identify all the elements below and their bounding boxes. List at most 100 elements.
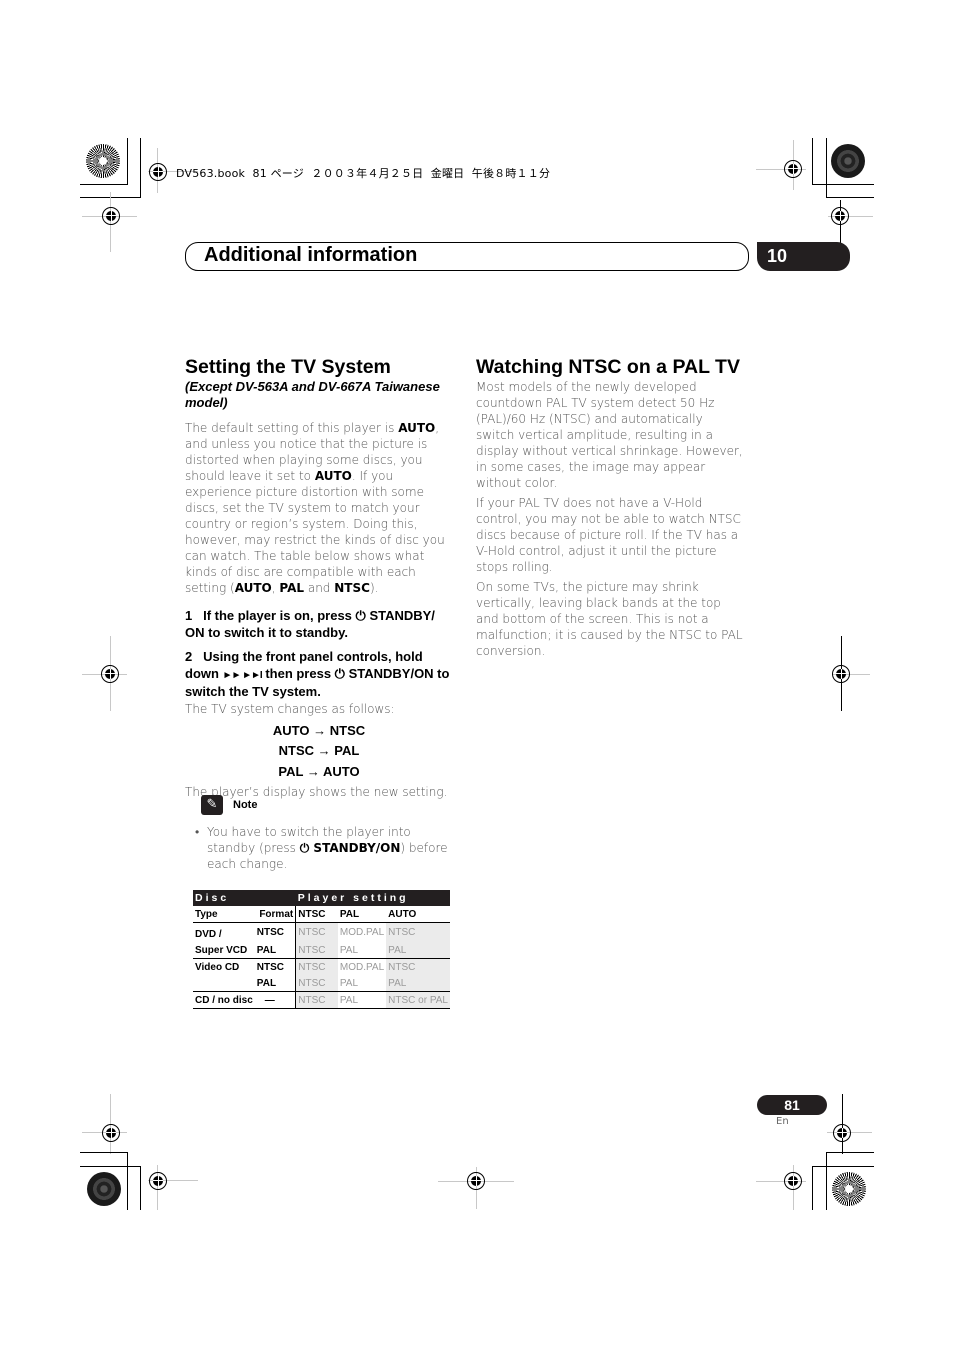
text: The default setting of this player is bbox=[185, 421, 399, 435]
note-box: ✎ Note • You have to switch the player i… bbox=[185, 795, 453, 872]
sequence-item: PAL → AUTO bbox=[185, 762, 453, 783]
tv-system-sequence: AUTO → NTSC NTSC → PAL PAL → AUTO bbox=[185, 721, 453, 783]
setting-auto: AUTO bbox=[234, 581, 272, 595]
chapter-number-badge: 10 bbox=[757, 242, 850, 271]
left-column: Setting the TV System (Except DV-563A an… bbox=[185, 356, 453, 800]
step-text: If the player is on, press bbox=[203, 608, 356, 623]
section-heading-ntsc-on-pal: Watching NTSC on a PAL TV bbox=[476, 356, 740, 378]
from: PAL bbox=[278, 763, 304, 779]
registration-mark-icon bbox=[784, 160, 802, 178]
note-label: Note bbox=[233, 799, 258, 811]
disc-compatibility-table: Disc Player setting Type Format NTSC PAL… bbox=[193, 890, 450, 1009]
crop-mark bbox=[80, 1152, 128, 1153]
registration-mark-icon bbox=[101, 665, 119, 683]
crop-mark bbox=[80, 1166, 141, 1167]
sequence-item: NTSC → PAL bbox=[185, 741, 453, 762]
crop-mark bbox=[826, 1152, 874, 1153]
registration-mark-icon bbox=[102, 207, 120, 225]
sequence-item: AUTO → NTSC bbox=[185, 721, 453, 742]
table-row: Super VCD PAL NTSC PAL PAL bbox=[193, 942, 450, 959]
right-column: Watching NTSC on a PAL TV Most models of… bbox=[476, 356, 744, 659]
cell: DVD / bbox=[195, 928, 222, 940]
registration-mark-icon bbox=[784, 1172, 802, 1190]
column-header: NTSC bbox=[295, 906, 338, 923]
cell bbox=[193, 975, 255, 992]
section-heading-tv-system: Setting the TV System bbox=[185, 356, 391, 378]
cell: NTSC or PAL bbox=[386, 991, 450, 1009]
step-number: 2 bbox=[185, 649, 193, 664]
crop-mark bbox=[140, 1166, 141, 1210]
cell: Video CD bbox=[193, 958, 255, 975]
table-row: Video CD NTSC NTSC MOD.PAL NTSC bbox=[193, 958, 450, 975]
to: PAL bbox=[334, 743, 360, 758]
cell: NTSC bbox=[256, 927, 285, 938]
text: ). bbox=[369, 581, 379, 595]
cell: NTSC bbox=[254, 958, 296, 975]
cell: PAL bbox=[386, 975, 450, 992]
cell: NTSC bbox=[386, 958, 450, 975]
page-number-badge: 81 bbox=[757, 1095, 827, 1115]
step-2-description: The TV system changes as follows: bbox=[185, 701, 395, 716]
from: NTSC bbox=[278, 743, 315, 758]
fast-forward-next-icon: ►► ►►I bbox=[222, 669, 263, 681]
table-column-header: Type Format NTSC PAL AUTO bbox=[193, 906, 450, 923]
text: and bbox=[304, 581, 335, 595]
standby-on-label: STANDBY/ON bbox=[313, 841, 401, 855]
to: NTSC bbox=[329, 722, 366, 738]
paragraph: Most models of the newly developed count… bbox=[476, 380, 743, 490]
crop-mark bbox=[140, 138, 141, 198]
column-header: Type bbox=[193, 906, 255, 923]
registration-mark-icon bbox=[833, 1124, 851, 1142]
power-icon: ⏻ bbox=[334, 665, 345, 681]
registration-target-icon bbox=[87, 1172, 121, 1206]
crop-mark bbox=[80, 184, 128, 185]
step-1: 1 If the player is on, press ⏻ STANDBY/ … bbox=[185, 608, 453, 641]
crop-mark bbox=[127, 138, 128, 185]
crop-mark bbox=[812, 1166, 813, 1210]
registration-target-icon bbox=[832, 1172, 866, 1206]
cell: PAL bbox=[256, 977, 277, 989]
cell: CD / no disc bbox=[193, 991, 255, 1009]
registration-mark-icon bbox=[149, 163, 167, 181]
cell: PAL bbox=[339, 944, 359, 956]
paragraph: On some TVs, the picture may shrink vert… bbox=[476, 580, 743, 658]
cell: NTSC bbox=[386, 922, 450, 942]
to: AUTO bbox=[322, 763, 360, 779]
arrow-right-icon: → bbox=[317, 743, 331, 758]
cell: NTSC bbox=[295, 991, 338, 1009]
registration-mark-icon bbox=[831, 207, 849, 225]
crop-mark bbox=[812, 1166, 874, 1167]
cell: NTSC bbox=[295, 922, 338, 942]
cell: MOD.PAL bbox=[337, 958, 387, 975]
cell: MOD.PAL bbox=[339, 927, 385, 938]
crop-mark bbox=[826, 138, 827, 198]
setting-ntsc: NTSC bbox=[334, 581, 370, 595]
step-2: 2 Using the front panel controls, hold d… bbox=[185, 649, 453, 701]
setting-auto: AUTO bbox=[398, 421, 436, 435]
cell: — bbox=[254, 991, 296, 1009]
group-header-player-setting: Player setting bbox=[295, 890, 450, 906]
cell: Super VCD bbox=[195, 944, 248, 956]
section-subheading: (Except DV-563A and DV-667A Taiwanese mo… bbox=[185, 379, 440, 410]
chapter-title: Additional information bbox=[204, 244, 418, 266]
chapter-header: Additional information bbox=[185, 242, 749, 271]
table-row: DVD / NTSC NTSC MOD.PAL NTSC bbox=[193, 922, 450, 942]
power-icon: ⏻ bbox=[299, 841, 314, 855]
cell: PAL bbox=[386, 942, 450, 959]
text: . If you experience picture distortion w… bbox=[185, 469, 445, 595]
column-header: AUTO bbox=[386, 906, 450, 923]
from: AUTO bbox=[272, 722, 310, 738]
print-header: DV563.book 81 ページ ２００３年４月２５日 金曜日 午後８時１１分 bbox=[176, 167, 551, 180]
crop-mark bbox=[812, 184, 874, 185]
crop-mark bbox=[127, 1152, 128, 1210]
step-text: then press bbox=[261, 665, 335, 681]
registration-mark-icon bbox=[832, 665, 850, 683]
language-label: En bbox=[776, 1116, 789, 1127]
crop-mark bbox=[812, 138, 813, 185]
cell: PAL bbox=[339, 977, 359, 989]
crop-mark bbox=[826, 197, 874, 198]
step-number: 1 bbox=[185, 608, 193, 623]
table-row: PAL NTSC PAL PAL bbox=[193, 975, 450, 992]
table-row: CD / no disc — NTSC PAL NTSC or PAL bbox=[193, 991, 450, 1009]
table-group-header: Disc Player setting bbox=[193, 890, 450, 906]
